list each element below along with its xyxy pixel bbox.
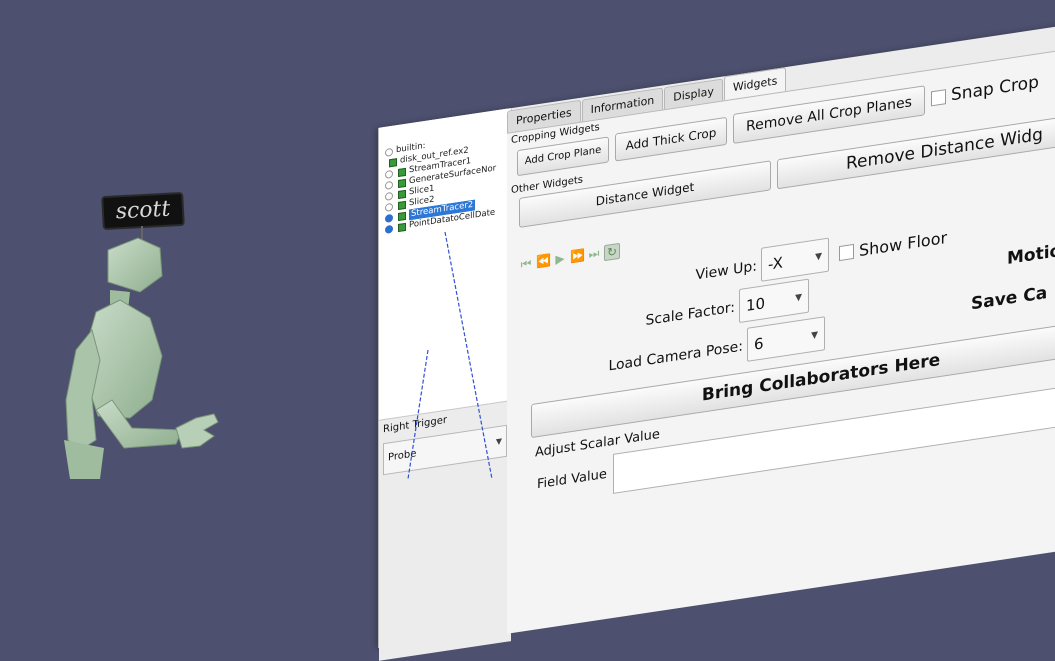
show-floor-checkbox[interactable]: Show Floor	[839, 228, 947, 263]
previous-frame-icon[interactable]: ⏪	[536, 253, 551, 269]
scale-factor-select[interactable]: 10 ▼	[739, 278, 809, 324]
next-frame-icon[interactable]: ⏩	[570, 248, 585, 264]
avatar-body	[64, 237, 219, 479]
eye-icon[interactable]	[385, 224, 393, 234]
eye-icon[interactable]	[385, 180, 393, 190]
pipeline-browser: builtin: disk_out_ref.ex2 StreamTracer1 …	[379, 107, 512, 661]
view-up-value: -X	[768, 253, 783, 274]
cube-icon	[398, 200, 406, 210]
chevron-down-icon: ▼	[811, 330, 818, 342]
snap-crop-checkbox[interactable]: Snap Crop	[931, 72, 1039, 108]
last-frame-icon[interactable]: ⏭	[587, 246, 601, 262]
collaborator-avatar: scott	[0, 0, 300, 479]
view-up-label: View Up:	[695, 258, 757, 284]
loop-icon[interactable]: ↻	[604, 242, 620, 262]
eye-icon[interactable]	[385, 202, 393, 212]
snap-crop-label: Snap Crop	[951, 72, 1039, 106]
cube-icon	[398, 211, 406, 221]
right-trigger-value: Probe	[388, 448, 417, 464]
save-camera-label: Save Ca	[971, 282, 1048, 315]
view-up-select[interactable]: -X ▼	[761, 237, 829, 282]
eye-icon[interactable]	[385, 147, 393, 157]
widgets-panel: Properties Information Display Widgets C…	[507, 0, 1055, 634]
cube-icon	[398, 167, 406, 177]
scale-factor-label: Scale Factor:	[645, 299, 735, 330]
animation-controls: ⏮ ⏪ ▶ ⏩ ⏭ ↻	[519, 242, 620, 274]
play-icon[interactable]: ▶	[553, 251, 567, 267]
scale-factor-value: 10	[746, 294, 766, 316]
checkbox-box[interactable]	[931, 88, 946, 106]
cube-icon	[398, 222, 406, 232]
pipeline-tree: builtin: disk_out_ref.ex2 StreamTracer1 …	[385, 128, 509, 235]
add-thick-crop-button[interactable]: Add Thick Crop	[615, 116, 727, 162]
show-floor-label: Show Floor	[859, 227, 948, 261]
first-frame-icon[interactable]: ⏮	[519, 256, 533, 272]
remove-all-crop-planes-button[interactable]: Remove All Crop Planes	[733, 85, 925, 144]
motion-label: Motio	[1007, 240, 1055, 269]
eye-icon[interactable]	[385, 169, 393, 179]
trigger-settings: Right Trigger Probe ▼	[379, 400, 511, 661]
chevron-down-icon: ▼	[815, 251, 822, 263]
eye-icon[interactable]	[385, 213, 393, 223]
cube-icon	[398, 189, 406, 199]
load-camera-pose-label: Load Camera Pose:	[608, 338, 743, 375]
distance-widget-button[interactable]: Distance Widget	[519, 160, 771, 228]
field-value-label: Field Value	[537, 466, 607, 493]
eye-icon[interactable]	[385, 191, 393, 201]
checkbox-box[interactable]	[839, 243, 854, 262]
vr-control-panel: builtin: disk_out_ref.ex2 StreamTracer1 …	[378, 0, 1055, 661]
cube-icon	[398, 178, 406, 188]
cube-icon	[389, 157, 397, 167]
chevron-down-icon: ▼	[495, 436, 502, 447]
load-camera-pose-select[interactable]: 6 ▼	[747, 316, 825, 362]
chevron-down-icon: ▼	[795, 292, 802, 304]
load-camera-pose-value: 6	[754, 334, 764, 354]
